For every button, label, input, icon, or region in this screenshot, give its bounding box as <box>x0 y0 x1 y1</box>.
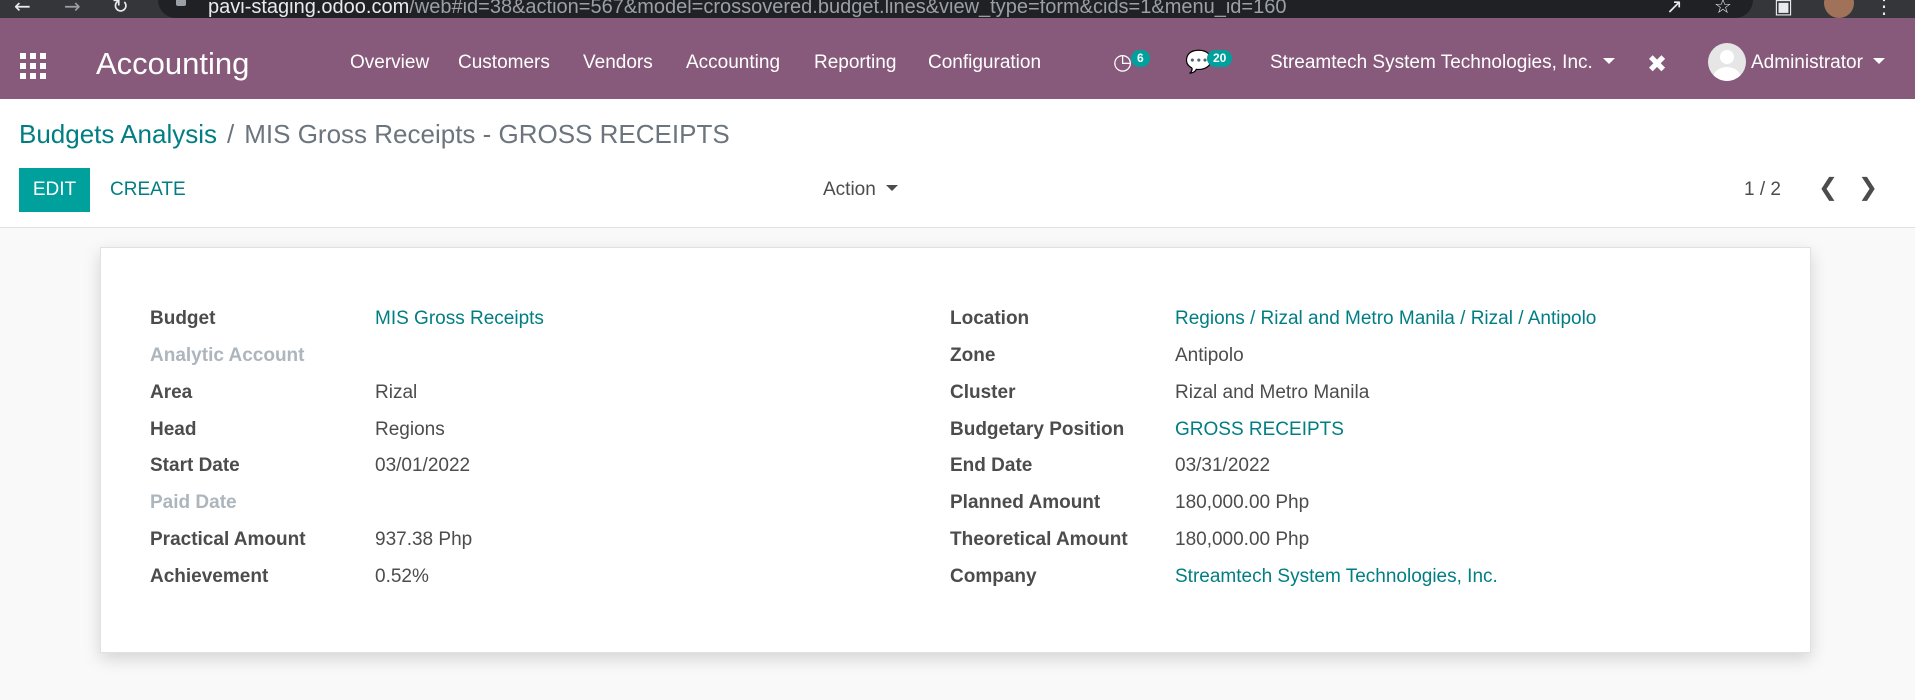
field-label: Planned Amount <box>950 492 1101 513</box>
form-sheet: Budget MIS Gross Receipts Analytic Accou… <box>100 247 1811 653</box>
field-value: 937.38 Php <box>375 529 473 550</box>
location-link[interactable]: Regions / Rizal and Metro Manila / Rizal… <box>1175 308 1596 330</box>
breadcrumb-budgets-analysis[interactable]: Budgets Analysis <box>19 119 217 149</box>
budget-link[interactable]: MIS Gross Receipts <box>375 308 544 330</box>
breadcrumb-separator: / <box>227 119 235 149</box>
field-value: 03/01/2022 <box>375 455 471 476</box>
url-path: /web#id=38&action=567&model=crossovered.… <box>409 0 1287 18</box>
bookmark-star-icon[interactable]: ☆ <box>1714 0 1732 18</box>
avatar-body <box>1713 67 1741 81</box>
share-icon[interactable]: ↗ <box>1666 0 1683 18</box>
menu-reporting[interactable]: Reporting <box>814 52 896 74</box>
user-menu[interactable]: Administrator <box>1751 52 1885 74</box>
avatar-head <box>1720 50 1734 64</box>
field-label: Paid Date <box>150 492 237 513</box>
address-bar[interactable]: pavi-staging.odoo.com/web#id=38&action=5… <box>158 0 1753 18</box>
company-link[interactable]: Streamtech System Technologies, Inc. <box>1175 566 1498 588</box>
chevron-down-icon <box>885 184 898 191</box>
field-label: Area <box>150 382 193 403</box>
url-text[interactable]: pavi-staging.odoo.com/web#id=38&action=5… <box>208 0 1286 18</box>
action-label: Action <box>823 179 876 200</box>
field-label: Analytic Account <box>150 345 305 366</box>
field-label: Budgetary Position <box>950 419 1125 440</box>
user-name: Administrator <box>1751 52 1863 73</box>
field-label: Budget <box>150 308 216 329</box>
tab-search-icon[interactable]: ▣ <box>1774 0 1793 18</box>
menu-configuration[interactable]: Configuration <box>928 52 1041 74</box>
pager-value[interactable]: 1 / 2 <box>1744 179 1781 201</box>
field-label: Head <box>150 419 197 440</box>
company-switcher[interactable]: Streamtech System Technologies, Inc. <box>1270 52 1615 74</box>
chevron-left-icon[interactable]: ❮ <box>1818 173 1838 201</box>
main-navbar: Accounting Overview Customers Vendors Ac… <box>0 18 1915 99</box>
menu-overview[interactable]: Overview <box>350 52 429 74</box>
field-label: Start Date <box>150 455 240 476</box>
debug-tools-icon[interactable]: ✖ <box>1647 50 1667 78</box>
field-label: Theoretical Amount <box>950 529 1128 550</box>
field-value: 0.52% <box>375 566 429 587</box>
activity-count-badge: 6 <box>1131 50 1150 67</box>
menu-customers[interactable]: Customers <box>458 52 550 74</box>
reload-icon[interactable]: ↻ <box>112 0 129 18</box>
apps-menu-icon[interactable] <box>20 53 46 79</box>
chevron-down-icon <box>1872 57 1885 64</box>
field-label: End Date <box>950 455 1033 476</box>
field-value: Regions <box>375 419 445 440</box>
browser-toolbar: ← → ↻ pavi-staging.odoo.com/web#id=38&ac… <box>0 0 1915 18</box>
forward-icon[interactable]: → <box>64 0 81 18</box>
app-title[interactable]: Accounting <box>96 46 249 82</box>
field-label: Practical Amount <box>150 529 306 550</box>
action-dropdown[interactable]: Action <box>823 179 898 201</box>
field-label: Achievement <box>150 566 269 587</box>
field-value: 03/31/2022 <box>1175 455 1271 476</box>
breadcrumb-current-record: MIS Gross Receipts - GROSS RECEIPTS <box>244 119 730 149</box>
breadcrumb: Budgets Analysis / MIS Gross Receipts - GR… <box>19 119 730 150</box>
menu-accounting[interactable]: Accounting <box>686 52 780 74</box>
browser-profile-avatar[interactable] <box>1824 0 1854 18</box>
company-name: Streamtech System Technologies, Inc. <box>1270 52 1593 73</box>
lock-icon <box>176 0 186 6</box>
field-value: Antipolo <box>1175 345 1244 366</box>
chevron-right-icon[interactable]: ❯ <box>1858 173 1878 201</box>
field-label: Company <box>950 566 1037 587</box>
user-avatar[interactable] <box>1708 43 1746 81</box>
browser-menu-icon[interactable]: ⋮ <box>1874 0 1894 18</box>
budgetary-position-link[interactable]: GROSS RECEIPTS <box>1175 419 1344 441</box>
field-value: 180,000.00 Php <box>1175 529 1310 550</box>
field-label: Zone <box>950 345 996 366</box>
messages-count-badge: 20 <box>1207 50 1233 67</box>
activity-clock-icon[interactable]: ◷ <box>1113 50 1132 75</box>
create-button[interactable]: CREATE <box>98 168 198 212</box>
control-panel: Budgets Analysis / MIS Gross Receipts - GR… <box>0 99 1915 228</box>
url-host: pavi-staging.odoo.com <box>208 0 410 18</box>
edit-button[interactable]: EDIT <box>19 168 90 212</box>
field-value: Rizal <box>375 382 418 403</box>
field-label: Location <box>950 308 1030 329</box>
field-value: 180,000.00 Php <box>1175 492 1310 513</box>
field-value: Rizal and Metro Manila <box>1175 382 1370 403</box>
back-icon[interactable]: ← <box>14 0 31 18</box>
menu-vendors[interactable]: Vendors <box>583 52 653 74</box>
chevron-down-icon <box>1602 57 1615 64</box>
field-label: Cluster <box>950 382 1016 403</box>
